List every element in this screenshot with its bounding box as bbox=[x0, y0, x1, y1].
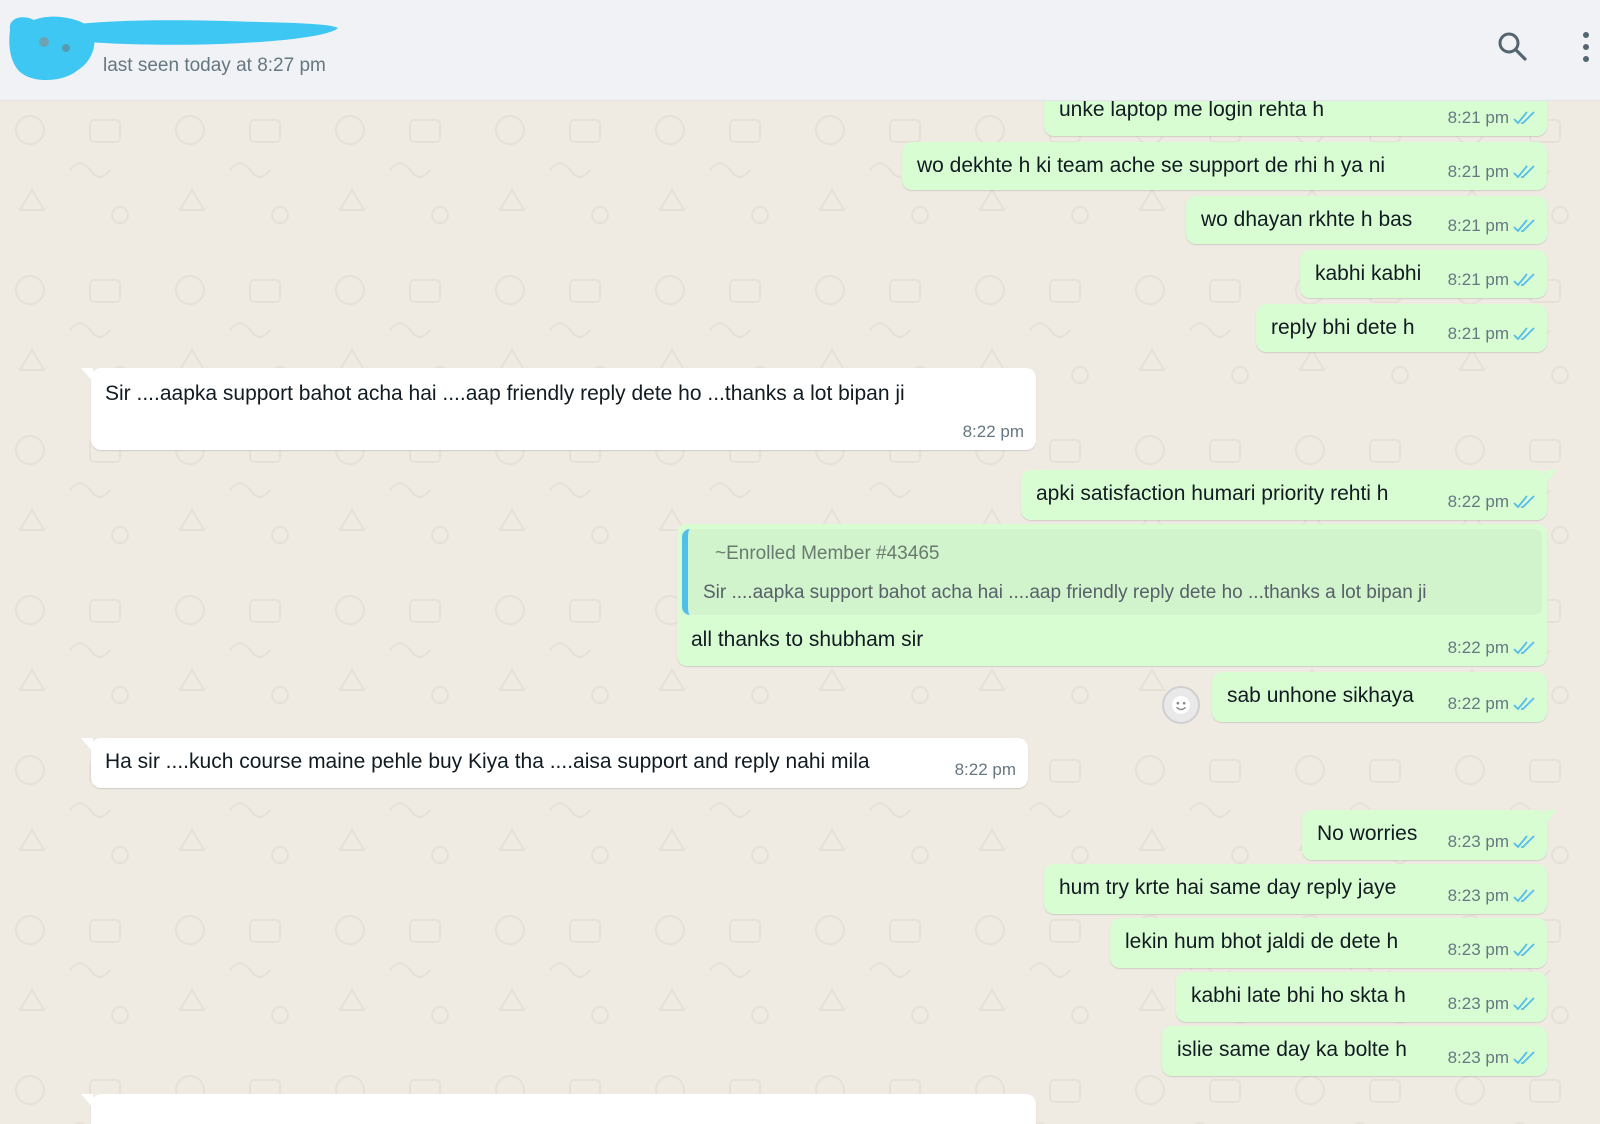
outgoing-message[interactable]: sab unhone sikhaya 8:22 pm bbox=[1212, 672, 1547, 722]
message-time: 8:23 pm bbox=[1447, 1048, 1509, 1067]
incoming-message-partial[interactable] bbox=[81, 1094, 1036, 1124]
message-time: 8:22 pm bbox=[1447, 492, 1509, 511]
message-list[interactable]: unke laptop me login rehta h 8:21 pm wo … bbox=[0, 100, 1600, 1124]
double-check-icon bbox=[1513, 641, 1535, 655]
double-check-icon bbox=[1513, 1051, 1535, 1065]
last-seen-status: last seen today at 8:27 pm bbox=[103, 55, 326, 76]
outgoing-message[interactable]: unke laptop me login rehta h 8:21 pm bbox=[1044, 100, 1547, 136]
message-time: 8:22 pm bbox=[954, 760, 1016, 779]
outgoing-message[interactable]: kabhi kabhi 8:21 pm bbox=[1300, 250, 1547, 298]
incoming-message[interactable]: Ha sir ....kuch course maine pehle buy K… bbox=[81, 738, 1028, 788]
double-check-icon bbox=[1513, 111, 1535, 125]
redacted-contact-name bbox=[60, 20, 338, 45]
message-time: 8:21 pm bbox=[1447, 162, 1509, 181]
double-check-icon bbox=[1513, 327, 1535, 341]
double-check-icon bbox=[1513, 495, 1535, 509]
quoted-text: Sir ....aapka support bahot acha hai ...… bbox=[703, 582, 1427, 603]
more-vertical-icon[interactable] bbox=[1580, 30, 1592, 64]
outgoing-message[interactable]: wo dhayan rkhte h bas 8:21 pm bbox=[1186, 196, 1547, 244]
chat-header: last seen today at 8:27 pm bbox=[0, 0, 1600, 101]
quoted-author: ~Enrolled Member #43465 bbox=[715, 543, 940, 564]
double-check-icon bbox=[1513, 889, 1535, 903]
outgoing-message[interactable]: wo dekhte h ki team ache se support de r… bbox=[902, 142, 1547, 190]
outgoing-message[interactable]: kabhi late bhi ho skta h 8:23 pm bbox=[1176, 972, 1547, 1022]
message-time: 8:23 pm bbox=[1447, 940, 1509, 959]
message-time: 8:21 pm bbox=[1447, 270, 1509, 289]
message-time: 8:23 pm bbox=[1447, 886, 1509, 905]
bubble-tail bbox=[81, 738, 93, 752]
bubble-tail bbox=[1545, 470, 1557, 484]
outgoing-message[interactable]: apki satisfaction humari priority rehti … bbox=[1021, 470, 1557, 520]
message-time: 8:23 pm bbox=[1447, 832, 1509, 851]
bubble-tail bbox=[81, 368, 93, 382]
double-check-icon bbox=[1513, 697, 1535, 711]
double-check-icon bbox=[1513, 219, 1535, 233]
outgoing-message[interactable]: reply bhi dete h 8:21 pm bbox=[1256, 304, 1547, 352]
message-time: 8:23 pm bbox=[1447, 994, 1509, 1013]
message-time: 8:22 pm bbox=[1447, 694, 1509, 713]
bubble-tail bbox=[81, 1094, 93, 1108]
double-check-icon bbox=[1513, 835, 1535, 849]
message-time: 8:21 pm bbox=[1447, 216, 1509, 235]
emoji-reaction-icon[interactable] bbox=[1162, 686, 1200, 724]
outgoing-message[interactable]: No worries 8:23 pm bbox=[1302, 810, 1557, 860]
message-time: 8:21 pm bbox=[1447, 108, 1509, 127]
quoted-message[interactable]: ~Enrolled Member #43465 Sir ....aapka su… bbox=[682, 529, 1542, 615]
message-time: 8:22 pm bbox=[962, 422, 1024, 441]
incoming-message[interactable]: Sir ....aapka support bahot acha hai ...… bbox=[81, 368, 1036, 450]
bubble-tail bbox=[1545, 810, 1557, 824]
outgoing-message[interactable]: hum try krte hai same day reply jaye 8:2… bbox=[1044, 864, 1547, 914]
double-check-icon bbox=[1513, 165, 1535, 179]
double-check-icon bbox=[1513, 943, 1535, 957]
outgoing-reply-message[interactable]: ~Enrolled Member #43465 Sir ....aapka su… bbox=[677, 524, 1547, 666]
message-time: 8:22 pm bbox=[1447, 638, 1509, 657]
double-check-icon bbox=[1513, 273, 1535, 287]
search-icon[interactable] bbox=[1496, 30, 1528, 62]
outgoing-message[interactable]: islie same day ka bolte h 8:23 pm bbox=[1162, 1026, 1547, 1076]
double-check-icon bbox=[1513, 997, 1535, 1011]
message-time: 8:21 pm bbox=[1447, 324, 1509, 343]
outgoing-message[interactable]: lekin hum bhot jaldi de dete h 8:23 pm bbox=[1110, 918, 1547, 968]
